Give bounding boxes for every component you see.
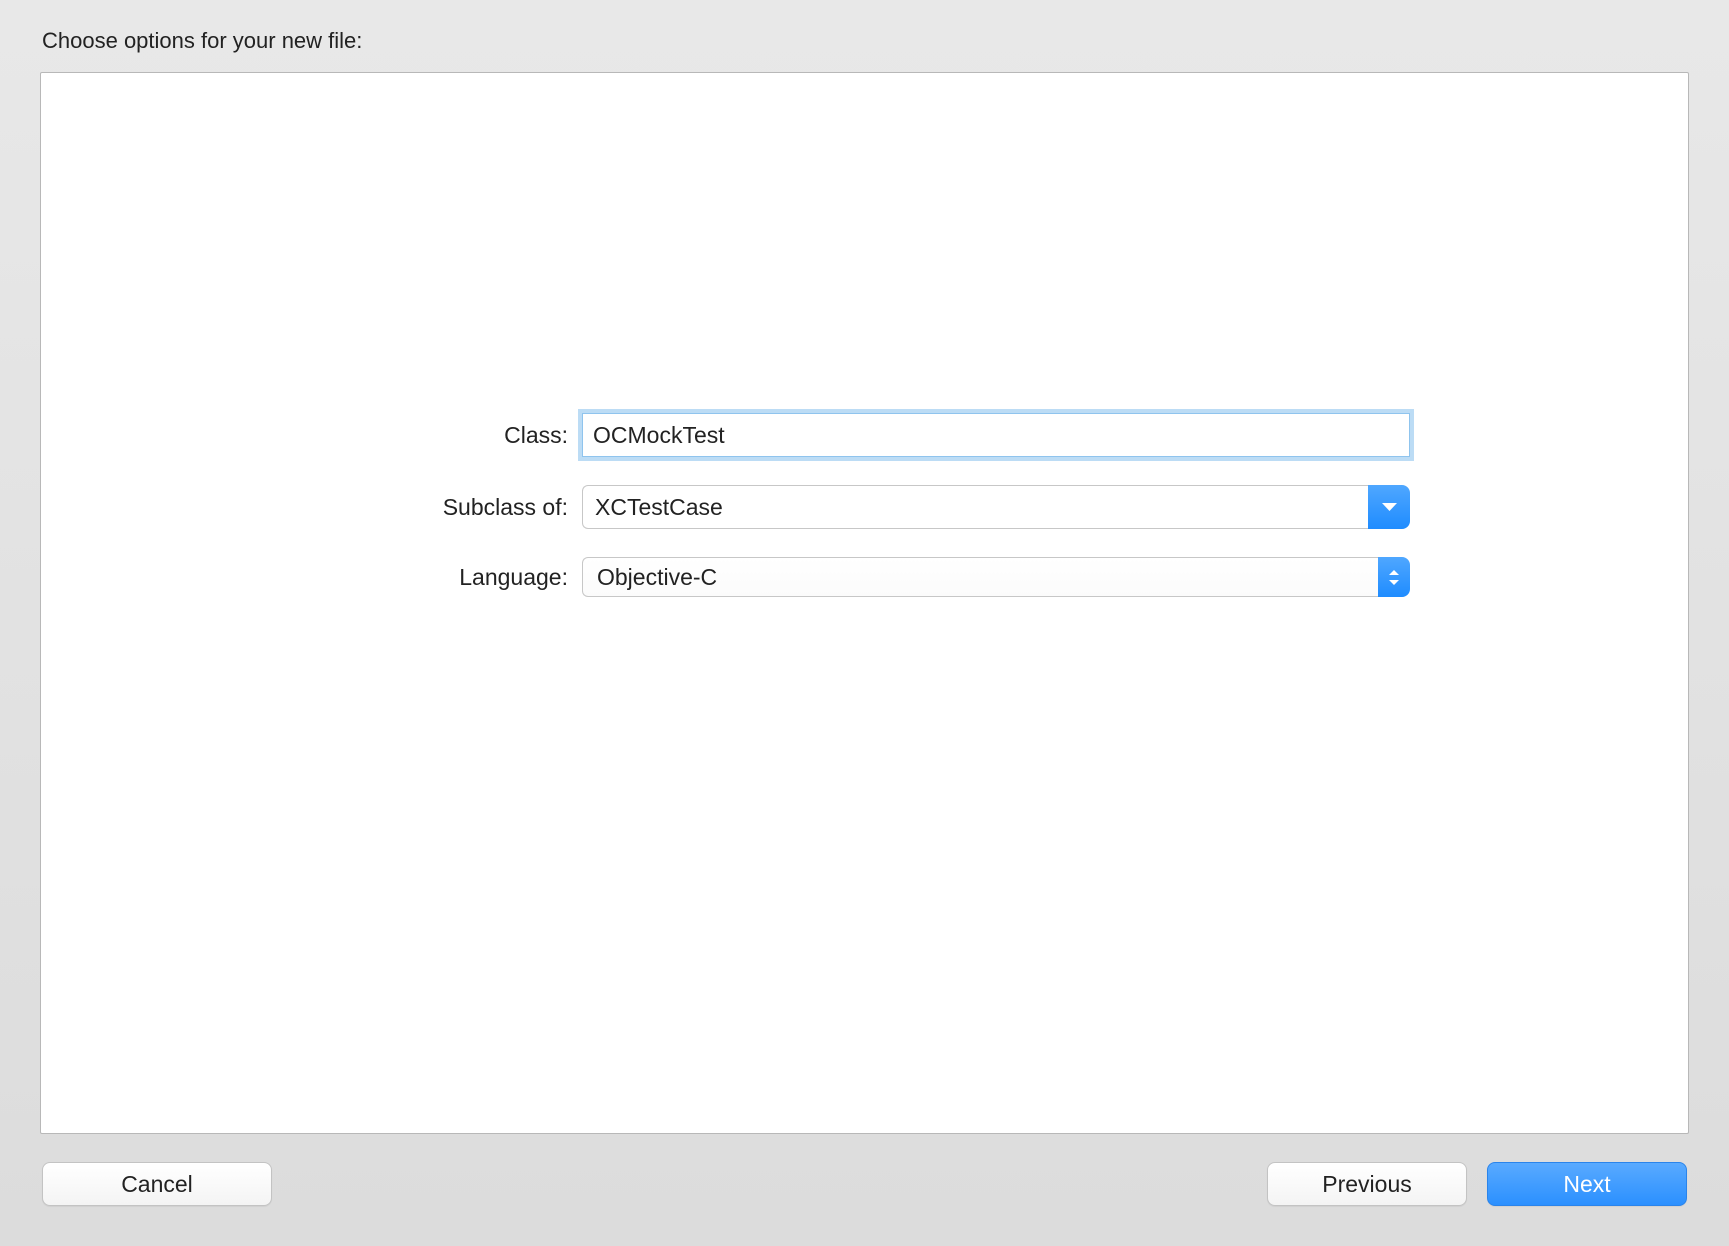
- dialog-title: Choose options for your new file:: [40, 28, 1689, 54]
- new-file-options-dialog: Choose options for your new file: Class:…: [0, 0, 1729, 1246]
- content-panel: Class: Subclass of: XCTestCase Language:…: [40, 72, 1689, 1134]
- class-label: Class:: [504, 422, 582, 449]
- cancel-button[interactable]: Cancel: [42, 1162, 272, 1206]
- class-row: Class:: [41, 413, 1688, 457]
- button-bar: Cancel Previous Next: [40, 1162, 1689, 1206]
- options-form: Class: Subclass of: XCTestCase Language:…: [41, 413, 1688, 597]
- language-value: Objective-C: [582, 557, 1378, 597]
- language-label: Language:: [459, 564, 582, 591]
- right-button-group: Previous Next: [1267, 1162, 1687, 1206]
- subclass-value: XCTestCase: [582, 485, 1368, 529]
- updown-arrows-icon[interactable]: [1378, 557, 1410, 597]
- next-button[interactable]: Next: [1487, 1162, 1687, 1206]
- subclass-combobox[interactable]: XCTestCase: [582, 485, 1410, 529]
- subclass-label: Subclass of:: [443, 494, 582, 521]
- class-input[interactable]: [582, 413, 1410, 457]
- previous-button[interactable]: Previous: [1267, 1162, 1467, 1206]
- language-row: Language: Objective-C: [41, 557, 1688, 597]
- chevron-down-icon[interactable]: [1368, 485, 1410, 529]
- language-popup[interactable]: Objective-C: [582, 557, 1410, 597]
- subclass-row: Subclass of: XCTestCase: [41, 485, 1688, 529]
